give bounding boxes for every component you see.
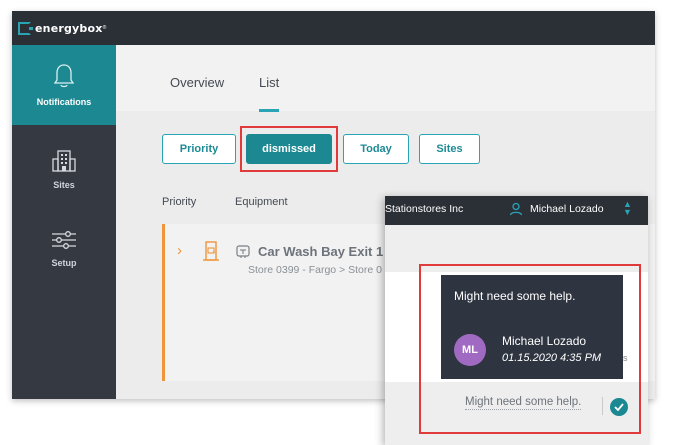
highlight-box-comment [419, 264, 641, 434]
brand-registered-mark: ® [102, 25, 107, 31]
equipment-name[interactable]: Car Wash Bay Exit 1 [258, 244, 383, 259]
site-breadcrumb: Store 0399 - Fargo > Store 0 [248, 264, 382, 276]
door-icon [203, 241, 219, 261]
bell-icon [53, 64, 75, 88]
screenshot-stage: energybox ® Notifications Sites Setup Ov… [0, 0, 681, 445]
column-header-priority[interactable]: Priority [162, 196, 196, 208]
sidebar-item-notifications[interactable]: Notifications [12, 45, 116, 125]
organization-name[interactable]: Stationstores Inc [385, 203, 463, 215]
highlight-box-dismissed [240, 126, 338, 172]
top-bar: energybox ® [12, 11, 655, 45]
filter-priority-button[interactable]: Priority [162, 134, 236, 164]
user-menu-name[interactable]: Michael Lozado [530, 203, 604, 215]
sidebar: Notifications Sites Setup [12, 45, 116, 399]
overlay-top-bar: Stationstores Inc Michael Lozado ▲ ▼ [385, 196, 648, 225]
active-tab-indicator [259, 109, 279, 112]
sliders-icon [52, 231, 76, 249]
building-icon [52, 150, 76, 172]
sidebar-item-setup[interactable]: Setup [12, 209, 116, 289]
filter-sites-button[interactable]: Sites [419, 134, 480, 164]
tab-overview[interactable]: Overview [170, 75, 224, 90]
tab-list[interactable]: List [259, 75, 279, 90]
user-icon [509, 202, 523, 216]
brand-name: energybox [35, 21, 103, 35]
sidebar-item-sites[interactable]: Sites [12, 129, 116, 209]
brand-logo[interactable]: energybox ® [18, 18, 117, 38]
sidebar-item-label: Notifications [36, 97, 92, 107]
chevron-up-down-icon[interactable]: ▲ ▼ [623, 200, 632, 217]
tab-bar: Overview List [116, 45, 655, 112]
sidebar-item-label: Setup [51, 258, 77, 268]
filter-today-button[interactable]: Today [343, 134, 409, 164]
sidebar-item-label: Sites [53, 180, 75, 190]
logo-mark-icon [18, 21, 33, 35]
chevron-right-icon[interactable]: › [177, 242, 182, 259]
column-header-equipment[interactable]: Equipment [235, 196, 288, 208]
equipment-tag-icon [236, 245, 250, 258]
